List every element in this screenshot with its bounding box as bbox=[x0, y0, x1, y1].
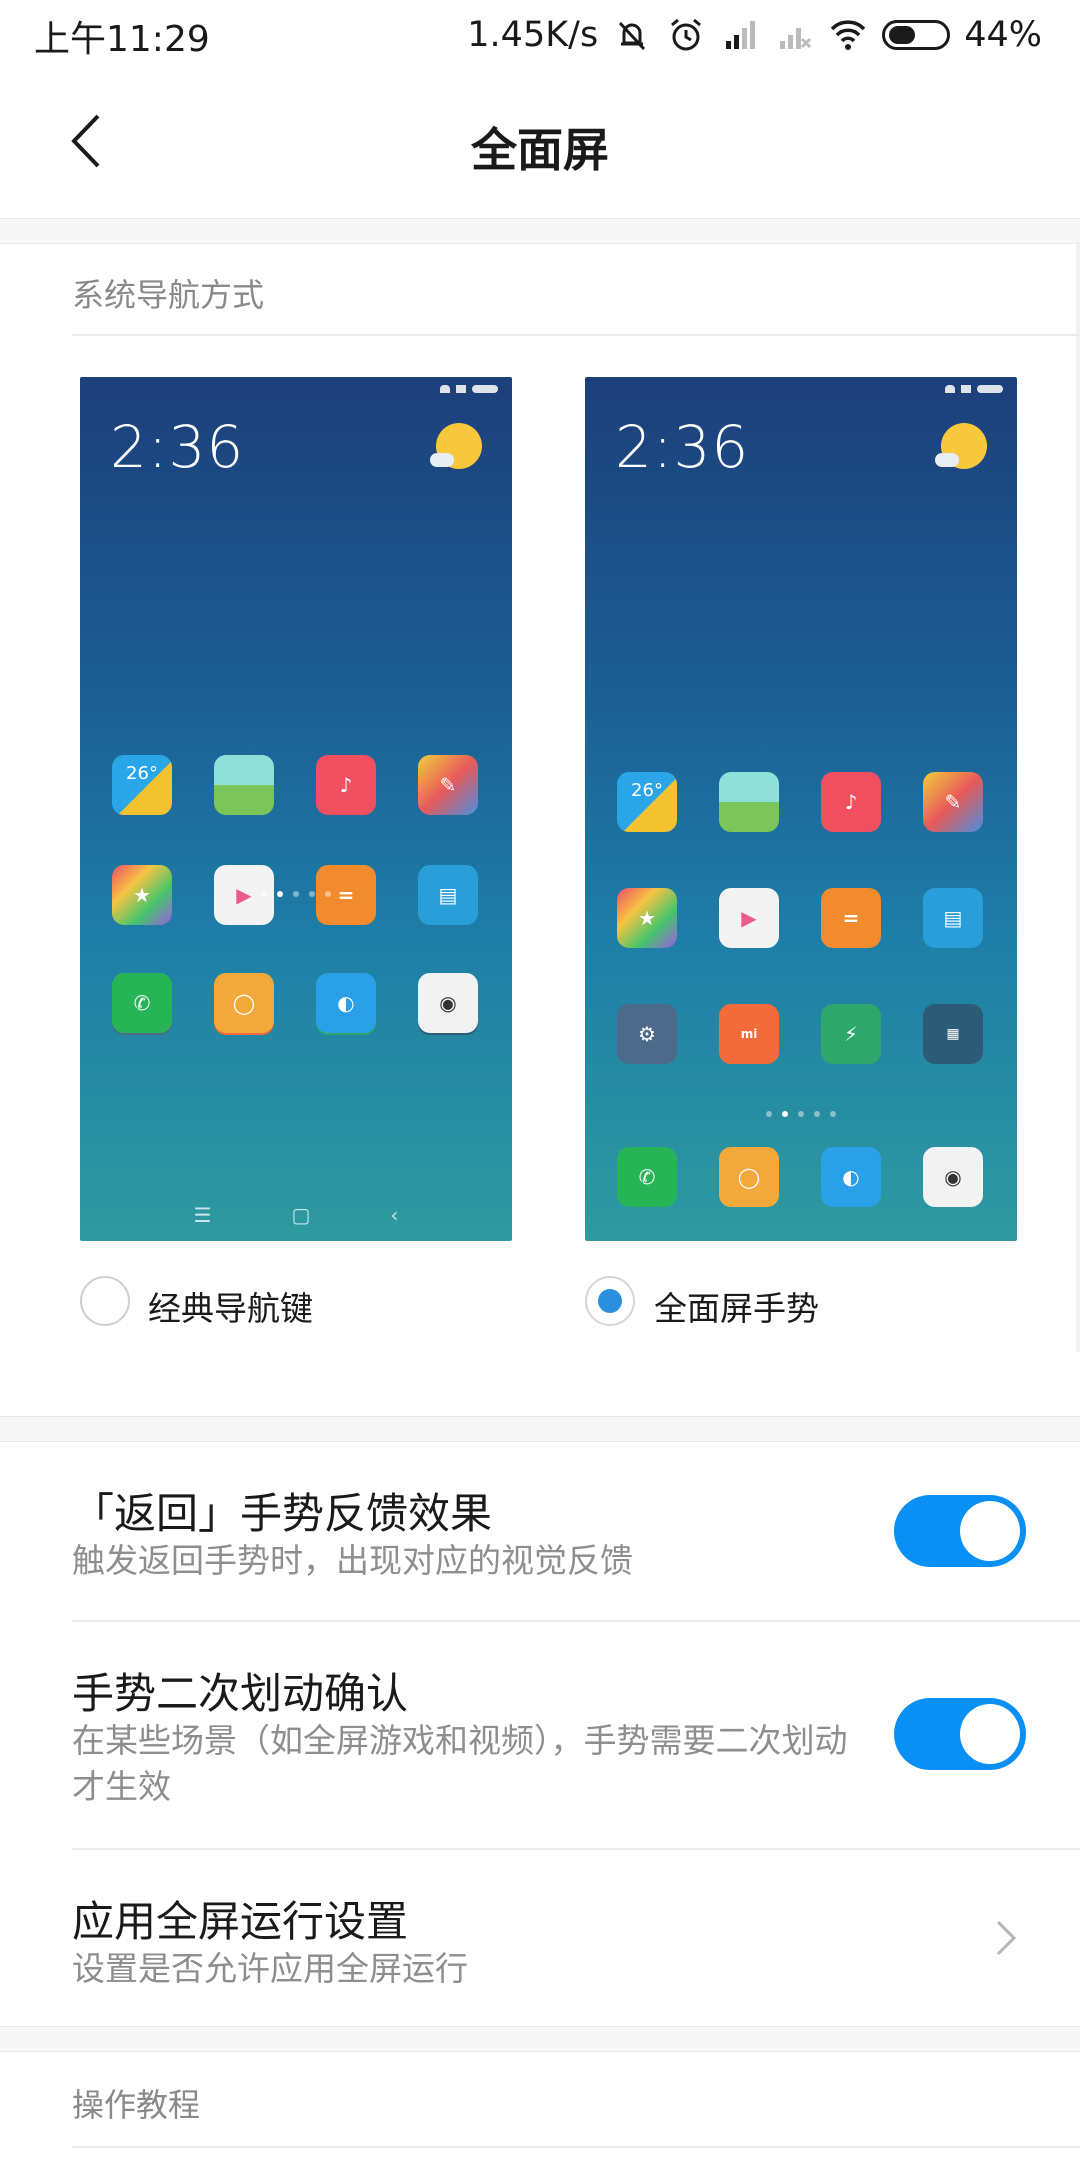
bell-muted-icon bbox=[619, 21, 646, 51]
toggle-back-gesture-feedback[interactable] bbox=[894, 1495, 1026, 1567]
mi-store-app-icon: mi bbox=[719, 1004, 779, 1064]
weather-app-icon: 26° bbox=[112, 755, 172, 815]
preview-status-icons bbox=[440, 385, 498, 393]
signal-no-service-icon bbox=[780, 28, 812, 49]
settings-app-icon: ⚙ bbox=[617, 1004, 677, 1064]
messages-app-icon: ◯ bbox=[719, 1147, 779, 1207]
setting-title: 应用全屏运行设置 bbox=[72, 1897, 409, 1946]
weather-app-icon: 26° bbox=[617, 772, 677, 832]
phone-app-icon: ✆ bbox=[617, 1147, 677, 1207]
battery-icon bbox=[882, 20, 951, 50]
music-app-icon: ♪ bbox=[821, 772, 881, 832]
setting-subtitle: 在某些场景（如全屏游戏和视频），手势需要二次划动才生效 bbox=[72, 1721, 848, 1806]
chevron-right-icon bbox=[996, 1920, 1017, 1956]
weather-sun-icon bbox=[935, 423, 987, 469]
status-icons: 1.45K/s 44% bbox=[467, 10, 1042, 60]
divider bbox=[72, 1848, 1080, 1850]
setting-title: 「返回」手势反馈效果 bbox=[72, 1489, 493, 1538]
preview-classic-nav[interactable]: 2:36 26° ♪ ✎ ★ ▶ = ▤ ⚙ mi ⚡ ▦ ✆ ◯ ◐ ◉ ☰ … bbox=[80, 377, 512, 1241]
browser-app-icon: ◐ bbox=[316, 973, 376, 1033]
nav-section-label: 系统导航方式 bbox=[72, 276, 265, 314]
setting-subtitle: 设置是否允许应用全屏运行 bbox=[72, 1949, 468, 1988]
browser-app-icon: ◐ bbox=[821, 1147, 881, 1207]
page-indicator bbox=[80, 891, 512, 897]
dock: ✆ ◯ ◐ ◉ bbox=[617, 1147, 983, 1207]
status-bar: 上午11:29 1.45K/s 44% bbox=[0, 0, 1080, 70]
dock: ✆ ◯ ◐ ◉ bbox=[112, 973, 478, 1033]
music-app-icon: ♪ bbox=[316, 755, 376, 815]
themes-app-icon: ✎ bbox=[418, 755, 478, 815]
signal-icon bbox=[726, 21, 756, 49]
preview-status-icons bbox=[945, 385, 1003, 393]
battery-percent: 44% bbox=[964, 15, 1042, 55]
scrollbar-track bbox=[1076, 242, 1080, 1352]
home-key-icon: ▢ bbox=[291, 1203, 311, 1227]
messages-app-icon: ◯ bbox=[214, 973, 274, 1033]
calculator-app-icon: = bbox=[821, 888, 881, 948]
section-separator bbox=[0, 218, 1080, 244]
gallery-app-icon bbox=[214, 755, 274, 815]
divider bbox=[72, 334, 1080, 336]
status-time: 上午11:29 bbox=[34, 19, 210, 60]
preview-clock: 2:36 bbox=[615, 413, 750, 481]
divider bbox=[72, 1620, 1080, 1622]
gallery-app-icon bbox=[719, 772, 779, 832]
radio-classic-nav[interactable] bbox=[80, 1276, 130, 1326]
play-store-app-icon: ▶ bbox=[719, 888, 779, 948]
notes-app-icon: ▤ bbox=[923, 888, 983, 948]
app-grid: 26° ♪ ✎ ★ ▶ = ▤ ⚙ mi ⚡ ▦ bbox=[617, 772, 983, 1064]
option-label-fullscreen-gesture[interactable]: 全面屏手势 bbox=[654, 1282, 819, 1330]
setting-title: 手势二次划动确认 bbox=[72, 1669, 409, 1718]
menu-key-icon: ☰ bbox=[193, 1203, 212, 1227]
title-bar: 全面屏 bbox=[0, 70, 1080, 220]
camera-app-icon: ◉ bbox=[923, 1147, 983, 1207]
option-label-classic-nav[interactable]: 经典导航键 bbox=[148, 1282, 313, 1330]
nav-keys: ☰ ▢ ‹ bbox=[80, 1203, 512, 1227]
themes-app-icon: ✎ bbox=[923, 772, 983, 832]
camera-app-icon: ◉ bbox=[418, 973, 478, 1033]
network-speed: 1.45K/s bbox=[467, 15, 599, 55]
divider bbox=[72, 2146, 1080, 2148]
preview-fullscreen-gesture[interactable]: 2:36 26° ♪ ✎ ★ ▶ = ▤ ⚙ mi ⚡ ▦ ✆ ◯ ◐ ◉ bbox=[585, 377, 1017, 1241]
radio-fullscreen-gesture[interactable] bbox=[585, 1276, 635, 1326]
page-indicator bbox=[585, 1111, 1017, 1117]
page-title: 全面屏 bbox=[471, 123, 609, 177]
favorites-app-icon: ★ bbox=[617, 888, 677, 948]
setting-subtitle: 触发返回手势时，出现对应的视觉反馈 bbox=[72, 1541, 633, 1580]
section-separator bbox=[0, 1416, 1080, 1442]
phone-app-icon: ✆ bbox=[112, 973, 172, 1033]
back-key-icon: ‹ bbox=[390, 1203, 399, 1227]
tutorial-section-label: 操作教程 bbox=[72, 2086, 201, 2124]
toggle-gesture-double-swipe[interactable] bbox=[894, 1698, 1026, 1770]
preview-clock: 2:36 bbox=[110, 413, 245, 481]
folder-app-icon: ▦ bbox=[923, 1004, 983, 1064]
section-separator bbox=[0, 2026, 1080, 2052]
alarm-icon bbox=[671, 18, 702, 51]
security-app-icon: ⚡ bbox=[821, 1004, 881, 1064]
weather-sun-icon bbox=[430, 423, 482, 469]
wifi-icon bbox=[830, 20, 866, 50]
